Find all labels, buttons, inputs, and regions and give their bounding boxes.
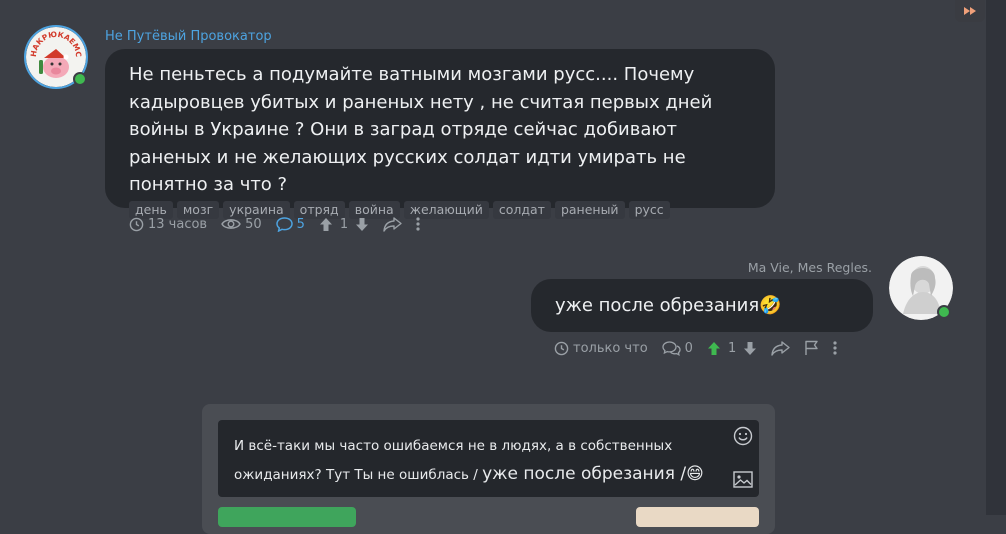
author-name-link[interactable]: Ma Vie, Mes Regles. (748, 260, 872, 275)
message-meta-bar: 13 часов 50 5 1 (129, 214, 434, 234)
smile-icon (733, 426, 753, 446)
arrow-up-icon[interactable] (707, 341, 721, 356)
share-button[interactable] (383, 216, 402, 232)
comment-icon (275, 216, 293, 232)
input-text-quote: уже после обрезания / (482, 464, 687, 484)
more-icon (416, 217, 420, 231)
message-input[interactable]: И всё-таки мы часто ошибаемся не в людях… (218, 420, 759, 497)
online-indicator (73, 72, 87, 86)
message-input-text[interactable]: И всё-таки мы часто ошибаемся не в людях… (234, 432, 709, 489)
share-icon (383, 216, 402, 232)
flag-icon (805, 340, 818, 355)
timestamp: 13 часов (129, 217, 207, 232)
views-count: 50 (245, 216, 262, 232)
author-name-link[interactable]: Не Путёвый Провокатор (105, 29, 272, 44)
image-icon (733, 471, 753, 488)
timestamp: только что (554, 341, 648, 356)
send-button[interactable] (218, 507, 356, 527)
secondary-action-button[interactable] (636, 507, 759, 527)
arrow-down-icon[interactable] (743, 341, 757, 356)
arrow-up-icon[interactable] (319, 217, 333, 232)
clock-icon (554, 341, 569, 355)
input-emoji: 😄 (686, 464, 704, 484)
share-icon (771, 340, 790, 356)
more-button[interactable] (416, 217, 420, 231)
comments-button[interactable]: 0 (662, 341, 693, 356)
online-indicator (937, 305, 951, 319)
message-bubble: уже после обрезания🤣 (531, 279, 873, 332)
clock-icon (129, 217, 144, 231)
fast-forward-button[interactable] (955, 0, 985, 22)
vote-group: 1 (319, 217, 369, 232)
eye-icon (221, 219, 241, 229)
more-icon (833, 341, 837, 355)
message-bubble: Не пеньтесь а подумайте ватными мозгами … (105, 49, 775, 219)
comment-icon (662, 340, 681, 356)
emoji-button[interactable] (733, 426, 753, 450)
time-label: только что (573, 340, 648, 356)
rating-value: 1 (727, 340, 737, 356)
tag-chip[interactable]: солдат (492, 200, 551, 219)
comments-button[interactable]: 5 (275, 216, 305, 232)
views-counter: 50 (221, 217, 262, 232)
comments-count: 0 (684, 340, 693, 356)
vote-group: 1 (707, 341, 757, 356)
share-button[interactable] (771, 340, 790, 356)
message-text: уже после обрезания🤣 (555, 295, 782, 316)
tag-chip[interactable]: русс (628, 200, 670, 219)
tag-chip[interactable]: раненый (554, 200, 625, 219)
comments-count: 5 (296, 216, 305, 232)
message-text: Не пеньтесь а подумайте ватными мозгами … (129, 64, 713, 195)
time-label: 13 часов (148, 216, 208, 232)
attach-image-button[interactable] (733, 471, 753, 492)
rating-value: 1 (339, 216, 349, 232)
fast-forward-icon (964, 7, 976, 15)
right-sidebar-strip (986, 0, 1006, 515)
report-button[interactable] (804, 340, 819, 356)
more-button[interactable] (833, 341, 837, 355)
message-meta-bar: только что 0 1 (554, 338, 851, 358)
arrow-down-icon[interactable] (355, 217, 369, 232)
